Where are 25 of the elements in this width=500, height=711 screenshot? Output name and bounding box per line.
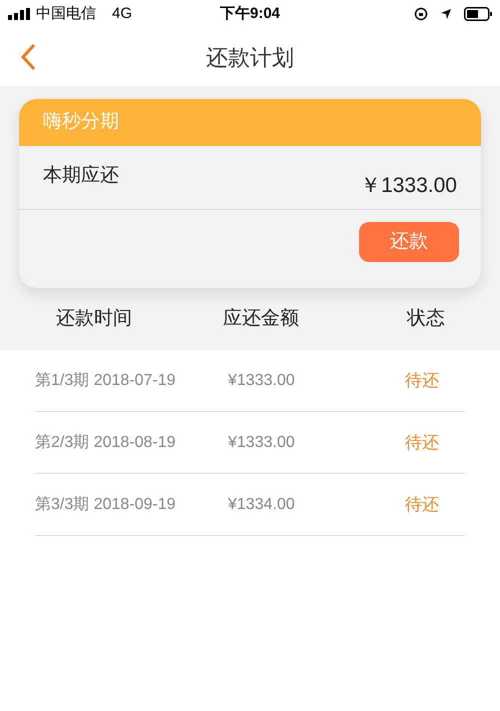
- column-header: 还款时间: [55, 306, 133, 331]
- carrier-name: 中国电信: [36, 4, 96, 24]
- due-amount: ￥1333.00: [360, 172, 457, 198]
- signal-icon: [8, 8, 32, 20]
- row-amount: ¥1334.00: [228, 494, 296, 514]
- card-header: 嗨秒分期: [43, 110, 119, 134]
- period-date: 第3/3期 2018-09-19: [35, 494, 177, 514]
- due-label: 本期应还: [43, 164, 119, 188]
- status-time: 下午9:04: [220, 4, 280, 24]
- network-type: 4G: [112, 4, 132, 24]
- back-icon: [20, 43, 36, 71]
- rotation-lock-icon: [414, 7, 428, 21]
- repay-button[interactable]: 还款: [359, 222, 459, 262]
- column-header: 状态: [406, 306, 446, 331]
- period-date: 第1/3期 2018-07-19: [35, 370, 177, 390]
- location-icon: [440, 8, 452, 20]
- row-status: 待还: [405, 494, 439, 516]
- period-date: 第2/3期 2018-08-19: [35, 432, 177, 452]
- page-title: 还款计划: [206, 44, 294, 72]
- column-header: 应还金额: [222, 306, 300, 331]
- row-amount: ¥1333.00: [228, 370, 296, 390]
- row-status: 待还: [405, 432, 439, 454]
- row-status: 待还: [405, 370, 439, 392]
- row-amount: ¥1333.00: [228, 432, 296, 452]
- battery-icon: [464, 7, 492, 21]
